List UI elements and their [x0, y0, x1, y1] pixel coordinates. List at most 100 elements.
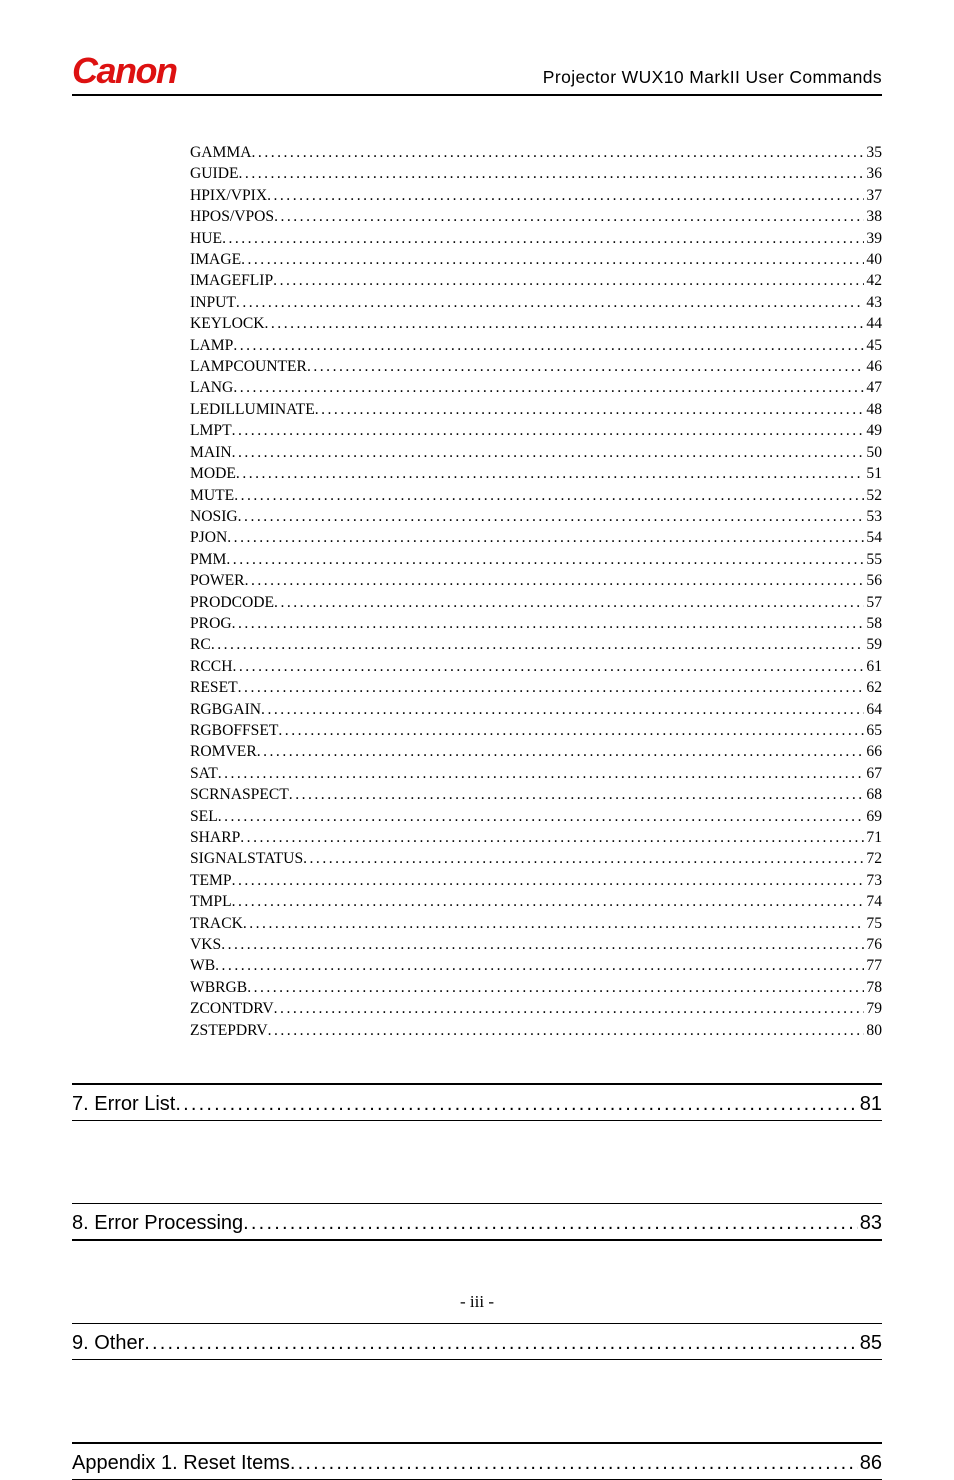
toc-leader-dots — [289, 784, 865, 805]
page-header: Canon Projector WUX10 MarkII User Comman… — [72, 50, 882, 96]
toc-entry-label: NOSIG — [190, 506, 238, 527]
toc-entry-label: ZSTEPDRV — [190, 1020, 268, 1041]
toc-leader-dots — [243, 1210, 858, 1236]
toc-leader-dots — [226, 549, 864, 570]
toc-entry-page: 80 — [864, 1020, 882, 1041]
toc-leader-dots — [239, 163, 865, 184]
toc-entry-label: MAIN — [190, 442, 232, 463]
toc-entry-label: TEMP — [190, 870, 232, 891]
toc-entry-page: 72 — [864, 848, 882, 869]
toc-entry: PROG 58 — [190, 613, 882, 634]
toc-entry-page: 66 — [864, 741, 882, 762]
toc-leader-dots — [257, 741, 865, 762]
toc-entry: LANG 47 — [190, 377, 882, 398]
toc-entry: ZSTEPDRV 80 — [190, 1020, 882, 1041]
toc-section-page: 86 — [858, 1450, 882, 1476]
table-of-contents: GAMMA 35 GUIDE 36 HPIX/VPIX 37 HPOS/VPOS… — [72, 142, 882, 1041]
toc-entry-label: VKS — [190, 934, 221, 955]
toc-section-line: Appendix 1. Reset Items 86 — [72, 1450, 882, 1476]
toc-entry-page: 75 — [864, 913, 882, 934]
toc-entry-label: HUE — [190, 228, 222, 249]
toc-entry-label: GUIDE — [190, 163, 239, 184]
toc-entry-label: KEYLOCK — [190, 313, 265, 334]
toc-entry: NOSIG 53 — [190, 506, 882, 527]
toc-leader-dots — [265, 313, 865, 334]
section-rule-top — [72, 1323, 882, 1325]
toc-entry: TMPL 74 — [190, 891, 882, 912]
toc-leader-dots — [278, 720, 864, 741]
toc-leader-dots — [268, 1020, 865, 1041]
toc-entry-page: 69 — [864, 806, 882, 827]
toc-leader-dots — [303, 848, 864, 869]
toc-section: 7. Error List 81 — [72, 1083, 882, 1121]
toc-leader-dots — [252, 142, 865, 163]
toc-entry-label: LAMPCOUNTER — [190, 356, 307, 377]
toc-entry: VKS 76 — [190, 934, 882, 955]
toc-leader-dots — [234, 485, 864, 506]
toc-leader-dots — [215, 955, 864, 976]
toc-entry-label: RESET — [190, 677, 238, 698]
toc-entry: ZCONTDRV 79 — [190, 998, 882, 1019]
toc-entry-page: 74 — [864, 891, 882, 912]
toc-section: Appendix 1. Reset Items 86 — [72, 1442, 882, 1480]
toc-entry: RESET 62 — [190, 677, 882, 698]
toc-leader-dots — [236, 292, 864, 313]
toc-leader-dots — [238, 677, 865, 698]
toc-entry-label: HPIX/VPIX — [190, 185, 267, 206]
toc-section-line: 9. Other 85 — [72, 1330, 882, 1356]
toc-entry-page: 57 — [864, 592, 882, 613]
toc-entry: INPUT 43 — [190, 292, 882, 313]
toc-entry: PRODCODE 57 — [190, 592, 882, 613]
toc-entry: PMM 55 — [190, 549, 882, 570]
toc-entry-label: SAT — [190, 763, 218, 784]
toc-entry: SEL 69 — [190, 806, 882, 827]
toc-entry: LEDILLUMINATE 48 — [190, 399, 882, 420]
toc-section-page: 85 — [858, 1330, 882, 1356]
toc-entry-label: GAMMA — [190, 142, 252, 163]
toc-entry-page: 56 — [864, 570, 882, 591]
toc-entry-page: 50 — [864, 442, 882, 463]
toc-entry — [0, 1350, 1, 1351]
toc-entry: LAMP 45 — [190, 335, 882, 356]
toc-leader-dots — [232, 442, 865, 463]
toc-leader-dots — [245, 570, 865, 591]
toc-entry: SCRNASPECT 68 — [190, 784, 882, 805]
toc-entry-page: 39 — [864, 228, 882, 249]
toc-section: 8. Error Processing 83 — [72, 1203, 882, 1241]
toc-section-page: 83 — [858, 1210, 882, 1236]
toc-entry-label: MODE — [190, 463, 236, 484]
toc-entry-page: 64 — [864, 699, 882, 720]
toc-leader-dots — [218, 806, 865, 827]
toc-entry-label: IMAGEFLIP — [190, 270, 273, 291]
toc-leader-dots — [218, 763, 865, 784]
toc-entry: MODE 51 — [190, 463, 882, 484]
toc-entry-label: LAMP — [190, 335, 233, 356]
toc-entry-page: 54 — [864, 527, 882, 548]
toc-entry: RC 59 — [190, 634, 882, 655]
toc-leader-dots — [232, 420, 865, 441]
toc-entry-label: IMAGE — [190, 249, 241, 270]
toc-section-page: 81 — [858, 1091, 882, 1117]
toc-entry-page: 52 — [864, 485, 882, 506]
toc-leader-dots — [315, 399, 865, 420]
toc-leader-dots — [233, 377, 864, 398]
toc-section: 9. Other 85 — [72, 1323, 882, 1361]
toc-entry-label: SEL — [190, 806, 218, 827]
toc-entry: KEYLOCK 44 — [190, 313, 882, 334]
toc-entry-page: 59 — [864, 634, 882, 655]
toc-entry: MUTE 52 — [190, 485, 882, 506]
toc-entry: RGBGAIN 64 — [190, 699, 882, 720]
toc-entry-label: HPOS/VPOS — [190, 206, 274, 227]
toc-section-label: Appendix 1. Reset Items — [72, 1450, 290, 1476]
toc-entry-label: PRODCODE — [190, 592, 274, 613]
toc-entry-page: 40 — [864, 249, 882, 270]
toc-entry-page: 46 — [864, 356, 882, 377]
toc-entry-label: ZCONTDRV — [190, 998, 274, 1019]
toc-entry-label: INPUT — [190, 292, 236, 313]
toc-entry-label: LEDILLUMINATE — [190, 399, 315, 420]
toc-entry: LAMPCOUNTER 46 — [190, 356, 882, 377]
toc-section-label: 9. Other — [72, 1330, 144, 1356]
toc-entry-label: SCRNASPECT — [190, 784, 289, 805]
toc-leader-dots — [232, 891, 865, 912]
toc-leader-dots — [274, 998, 865, 1019]
